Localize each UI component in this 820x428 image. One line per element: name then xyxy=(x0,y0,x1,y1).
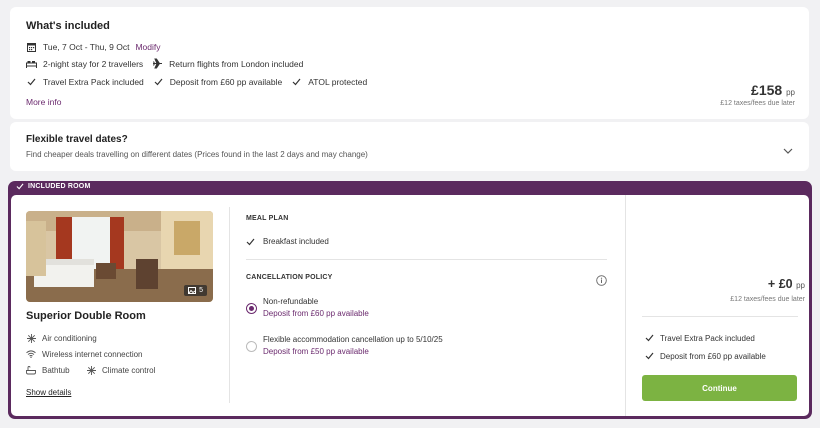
meal-plan-item: Breakfast included xyxy=(246,237,329,246)
snowflake-icon xyxy=(86,365,96,375)
calendar-icon xyxy=(26,41,37,52)
whats-included-title: What's included xyxy=(26,20,110,32)
features-row: Travel Extra Pack included Deposit from … xyxy=(26,76,376,87)
perk-item: Deposit from £60 pp available xyxy=(644,351,766,361)
option-label: Non-refundable xyxy=(263,297,319,306)
show-details-link[interactable]: Show details xyxy=(26,388,71,397)
package-price-value: £158 xyxy=(751,82,783,98)
room-price-value: + £0 xyxy=(767,277,793,291)
non-refundable-option[interactable]: Non-refundable Deposit from £60 pp avail… xyxy=(263,297,369,318)
option-deposit: Deposit from £60 pp available xyxy=(263,309,369,318)
flexible-cancellation-radio[interactable] xyxy=(246,341,257,352)
option-label: Flexible accommodation cancellation up t… xyxy=(263,335,443,344)
wifi-icon xyxy=(26,349,36,359)
flexible-dates-card[interactable]: Flexible travel dates? Find cheaper deal… xyxy=(10,122,809,171)
plane-icon xyxy=(152,58,163,69)
room-card: 5 Superior Double Room Air conditioning … xyxy=(11,195,809,416)
feature-text: Travel Extra Pack included xyxy=(43,76,144,87)
room-price-unit: pp xyxy=(796,281,805,290)
modify-link[interactable]: Modify xyxy=(135,42,160,52)
chevron-down-icon[interactable] xyxy=(783,141,793,159)
feature-item: Deposit from £60 pp available xyxy=(153,76,282,87)
divider xyxy=(229,207,230,403)
more-info-link[interactable]: More info xyxy=(26,97,61,107)
feature-text: Deposit from £60 pp available xyxy=(169,76,283,87)
info-icon[interactable] xyxy=(596,273,607,291)
amenity-label: Climate control xyxy=(102,365,156,375)
package-price-unit: pp xyxy=(786,88,795,97)
flights-item: Return flights from London included xyxy=(152,58,303,69)
stay-row: 2-night stay for 2 travellers Return fli… xyxy=(26,58,312,69)
continue-button[interactable]: Continue xyxy=(642,375,797,401)
room-name: Superior Double Room xyxy=(26,310,146,322)
check-icon xyxy=(26,76,37,87)
meal-plan-title: MEAL PLAN xyxy=(246,215,289,222)
check-icon xyxy=(644,351,654,361)
whats-included-card: What's included Tue, 7 Oct - Thu, 9 Oct … xyxy=(10,7,809,119)
cancellation-policy-title: CANCELLATION POLICY xyxy=(246,274,333,281)
room-price-column: + £0 pp £12 taxes/fees due later Travel … xyxy=(625,195,809,416)
stay-item: 2-night stay for 2 travellers xyxy=(26,58,143,69)
amenity-wifi: Wireless internet connection xyxy=(26,349,143,359)
amenity-label: Wireless internet connection xyxy=(42,349,143,359)
photo-count-badge[interactable]: 5 xyxy=(184,285,207,296)
perk-text: Deposit from £60 pp available xyxy=(660,351,766,361)
amenity-air-conditioning: Air conditioning xyxy=(26,333,97,343)
flexible-cancellation-option[interactable]: Flexible accommodation cancellation up t… xyxy=(263,335,443,356)
stay-text: 2-night stay for 2 travellers xyxy=(43,58,144,69)
amenity-label: Air conditioning xyxy=(42,333,97,343)
amenity-label: Bathtub xyxy=(42,365,70,375)
amenity-climate-control: Climate control xyxy=(86,365,155,375)
meal-plan-text: Breakfast included xyxy=(263,237,329,246)
bed-icon xyxy=(26,58,37,69)
included-room-tag-label: INCLUDED ROOM xyxy=(28,183,91,190)
package-price: £158 pp xyxy=(751,82,795,98)
divider xyxy=(642,316,798,317)
photo-count: 5 xyxy=(199,287,203,294)
flexible-dates-subtitle: Find cheaper deals travelling on differe… xyxy=(26,150,368,159)
non-refundable-radio[interactable] xyxy=(246,303,257,314)
snowflake-icon xyxy=(26,333,36,343)
amenity-bathtub: Bathtub xyxy=(26,365,70,375)
included-room-frame: INCLUDED ROOM 5 Superior Double Room Air… xyxy=(8,181,812,419)
perk-text: Travel Extra Pack included xyxy=(660,333,755,343)
perk-item: Travel Extra Pack included xyxy=(644,333,755,343)
divider xyxy=(246,259,607,260)
check-icon xyxy=(291,76,302,87)
check-icon xyxy=(153,76,164,87)
included-room-tag: INCLUDED ROOM xyxy=(16,183,91,190)
bathtub-icon xyxy=(26,365,36,375)
flexible-dates-title: Flexible travel dates? xyxy=(26,134,128,145)
check-icon xyxy=(16,183,24,190)
dates-row: Tue, 7 Oct - Thu, 9 Oct Modify xyxy=(26,41,161,52)
feature-text: ATOL protected xyxy=(308,76,368,87)
dates-text: Tue, 7 Oct - Thu, 9 Oct xyxy=(43,41,130,52)
feature-item: ATOL protected xyxy=(291,76,367,87)
check-icon xyxy=(644,333,654,343)
room-price-note: £12 taxes/fees due later xyxy=(730,296,805,303)
package-price-note: £12 taxes/fees due later xyxy=(720,100,795,107)
flights-text: Return flights from London included xyxy=(169,58,304,69)
check-icon xyxy=(246,238,256,246)
feature-item: Travel Extra Pack included xyxy=(26,76,144,87)
room-price: + £0 pp xyxy=(768,277,805,291)
option-deposit: Deposit from £50 pp available xyxy=(263,347,369,356)
gallery-icon xyxy=(188,287,197,294)
room-photo[interactable]: 5 xyxy=(26,211,213,302)
